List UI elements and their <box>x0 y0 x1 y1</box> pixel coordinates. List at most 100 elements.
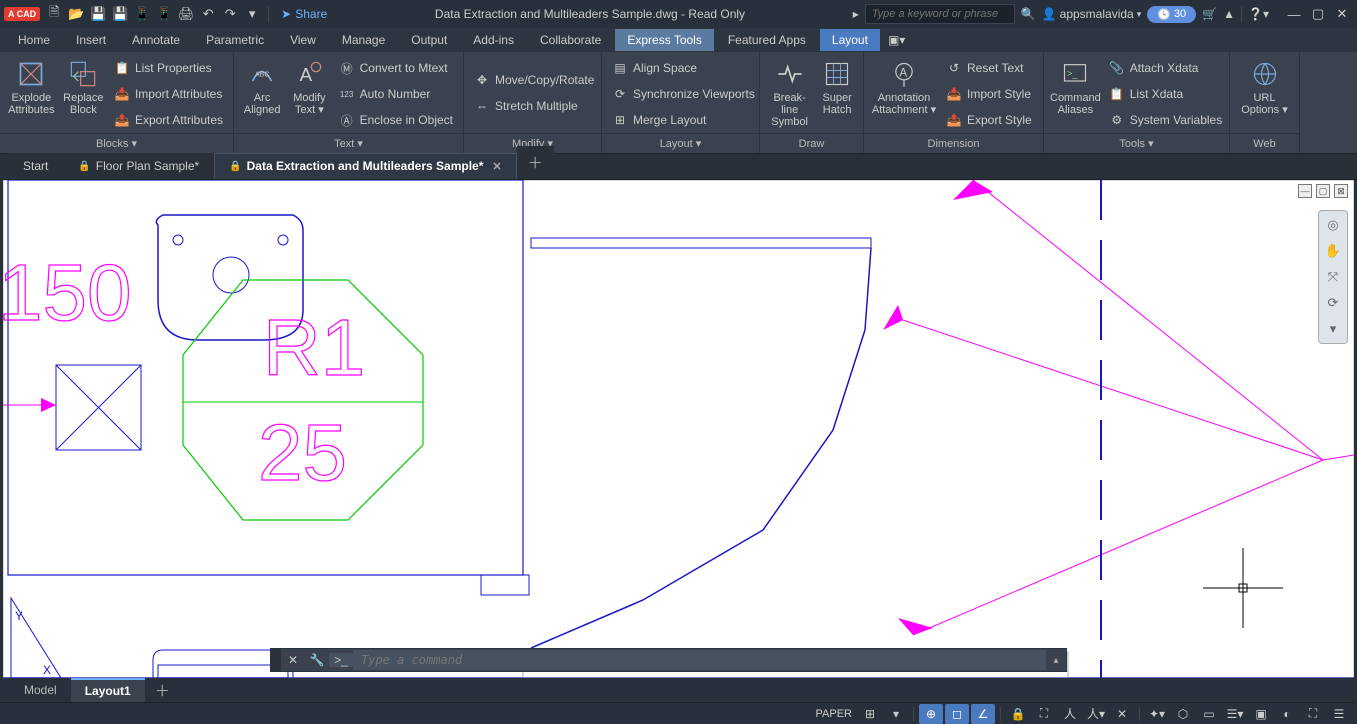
new-icon[interactable]: 🗎 <box>46 6 62 22</box>
export-style-button[interactable]: 📤Export Style <box>942 108 1036 132</box>
annotation-scale-dropdown[interactable]: 人▾ <box>1084 704 1108 724</box>
move-copy-rotate-button[interactable]: ✥Move/Copy/Rotate <box>470 68 598 92</box>
customize-status-icon[interactable]: ☰ <box>1327 704 1351 724</box>
undo-icon[interactable]: ↶ <box>200 6 216 22</box>
modify-text-button[interactable]: A Modify Text ▾ <box>288 56 330 133</box>
command-aliases-button[interactable]: >_ Command Aliases <box>1050 56 1101 133</box>
zoom-extents-icon[interactable]: ⤧ <box>1322 266 1344 288</box>
search-input[interactable] <box>865 4 1015 24</box>
tab-collaborate[interactable]: Collaborate <box>528 29 613 51</box>
reset-text-button[interactable]: ↺Reset Text <box>942 56 1036 80</box>
attach-xdata-button[interactable]: 📎Attach Xdata <box>1105 56 1226 80</box>
tab-layout[interactable]: Layout <box>820 29 880 51</box>
tab-parametric[interactable]: Parametric <box>194 29 276 51</box>
nav-dropdown-icon[interactable]: ▾ <box>1322 318 1344 340</box>
share-link[interactable]: ➤ Share <box>281 7 327 21</box>
quick-props-icon[interactable]: ▭ <box>1197 704 1221 724</box>
workspace-icon[interactable]: ✦▾ <box>1145 704 1169 724</box>
app-store-icon[interactable]: ▲ <box>1223 7 1235 21</box>
list-xdata-button[interactable]: 📋List Xdata <box>1105 82 1226 106</box>
help-icon[interactable]: ❔▾ <box>1248 7 1269 21</box>
close-button[interactable]: ✕ <box>1331 5 1353 23</box>
plot-icon[interactable]: 🖨 <box>178 6 194 22</box>
breakline-button[interactable]: Break-line Symbol <box>766 56 813 133</box>
tab-insert[interactable]: Insert <box>64 29 118 51</box>
osnap-icon[interactable]: ◻ <box>945 704 969 724</box>
import-attributes-button[interactable]: 📥Import Attributes <box>110 82 227 106</box>
list-properties-button[interactable]: 📋List Properties <box>110 56 227 80</box>
snap-dropdown-icon[interactable]: ▾ <box>884 704 908 724</box>
url-options-button[interactable]: URL Options ▾ <box>1236 56 1293 133</box>
auto-scale-icon[interactable]: 人 <box>1058 704 1082 724</box>
cmdline-customize-icon[interactable]: 🔧 <box>305 653 329 667</box>
explode-attributes-button[interactable]: Explode Attributes <box>6 56 57 133</box>
web-open-icon[interactable]: 📱 <box>134 6 150 22</box>
file-tab-data-extraction[interactable]: 🔒Data Extraction and Multileaders Sample… <box>214 153 516 179</box>
file-tab-floor-plan[interactable]: 🔒Floor Plan Sample* <box>63 153 214 179</box>
ribbon-minimize-icon[interactable]: ▣▾ <box>888 33 905 47</box>
view-max-icon[interactable]: ▢ <box>1316 184 1330 198</box>
system-variables-button[interactable]: ⚙System Variables <box>1105 108 1226 132</box>
add-layout-tab[interactable]: ＋ <box>145 676 180 705</box>
minimize-button[interactable]: — <box>1283 5 1305 23</box>
open-icon[interactable]: 📂 <box>68 6 84 22</box>
annotation-visibility-icon[interactable]: ⛶ <box>1032 704 1056 724</box>
clean-screen-icon[interactable]: ⛶ <box>1301 704 1325 724</box>
drawing-canvas[interactable]: 150 R1 25 Y X — ▢ <box>3 180 1354 678</box>
enclose-object-button[interactable]: ⒶEnclose in Object <box>335 108 457 132</box>
import-style-button[interactable]: 📥Import Style <box>942 82 1036 106</box>
align-space-button[interactable]: ▤Align Space <box>608 56 759 80</box>
redo-icon[interactable]: ↷ <box>222 6 238 22</box>
scale-sync-icon[interactable]: ✕ <box>1110 704 1134 724</box>
layout-tab-layout1[interactable]: Layout1 <box>71 678 145 702</box>
tab-addins[interactable]: Add-ins <box>461 29 526 51</box>
cmdline-close-icon[interactable]: ✕ <box>281 653 305 667</box>
annotation-attachment-button[interactable]: A Annotation Attachment ▾ <box>870 56 938 133</box>
isolate-icon[interactable]: ▣ <box>1249 704 1273 724</box>
tab-home[interactable]: Home <box>6 29 62 51</box>
annotation-scale-icon[interactable]: 🔒 <box>1006 704 1030 724</box>
user-account[interactable]: 👤 appsmalavida ▾ <box>1042 7 1142 21</box>
tab-output[interactable]: Output <box>399 29 459 51</box>
export-attributes-button[interactable]: 📤Export Attributes <box>110 108 227 132</box>
orbit-icon[interactable]: ⟳ <box>1322 292 1344 314</box>
trial-days-badge[interactable]: 🕓 30 <box>1147 6 1196 23</box>
hardware-accel-icon[interactable]: ◐ <box>1275 704 1299 724</box>
merge-layout-button[interactable]: ⊞Merge Layout <box>608 108 759 132</box>
close-tab-icon[interactable]: ✕ <box>492 160 501 173</box>
qat-dropdown-icon[interactable]: ▾ <box>244 6 260 22</box>
view-close-icon[interactable]: ⊠ <box>1334 184 1348 198</box>
save-icon[interactable]: 💾 <box>90 6 106 22</box>
web-save-icon[interactable]: 📱 <box>156 6 172 22</box>
sync-viewports-button[interactable]: ⟳Synchronize Viewports <box>608 82 759 106</box>
search-go-icon[interactable]: 🔍 <box>1021 7 1036 21</box>
units-icon[interactable]: ⬡ <box>1171 704 1195 724</box>
view-min-icon[interactable]: — <box>1298 184 1312 198</box>
cmdline-history-icon[interactable]: ▴ <box>1046 655 1066 666</box>
tab-view[interactable]: View <box>278 29 328 51</box>
arc-aligned-button[interactable]: ABC Arc Aligned <box>240 56 284 133</box>
replace-block-button[interactable]: Replace Block <box>61 56 106 133</box>
stretch-multiple-button[interactable]: ⇔Stretch Multiple <box>470 94 598 118</box>
super-hatch-button[interactable]: Super Hatch <box>817 56 857 133</box>
auto-number-button[interactable]: 123Auto Number <box>335 82 457 106</box>
saveas-icon[interactable]: 💾 <box>112 6 128 22</box>
command-line[interactable]: ✕ 🔧 >_ ▴ <box>270 648 1067 672</box>
polar-tracking-icon[interactable]: ⊕ <box>919 704 943 724</box>
full-nav-wheel-icon[interactable]: ◎ <box>1322 214 1344 236</box>
pan-icon[interactable]: ✋ <box>1322 240 1344 262</box>
osnap-tracking-icon[interactable]: ∠ <box>971 704 995 724</box>
tab-express-tools[interactable]: Express Tools <box>615 29 713 51</box>
grid-display-icon[interactable]: ⊞ <box>858 704 882 724</box>
paper-model-toggle[interactable]: PAPER <box>816 708 852 720</box>
search-back-icon[interactable]: ▸ <box>853 7 859 21</box>
tab-featured-apps[interactable]: Featured Apps <box>716 29 818 51</box>
cmdline-grip[interactable] <box>271 649 281 671</box>
cart-icon[interactable]: 🛒 <box>1202 7 1217 21</box>
command-input[interactable] <box>353 650 1046 670</box>
tab-manage[interactable]: Manage <box>330 29 397 51</box>
convert-mtext-button[interactable]: ⓂConvert to Mtext <box>335 56 457 80</box>
tab-annotate[interactable]: Annotate <box>120 29 192 51</box>
maximize-button[interactable]: ▢ <box>1307 5 1329 23</box>
add-file-tab-button[interactable]: ＋ <box>517 146 554 179</box>
